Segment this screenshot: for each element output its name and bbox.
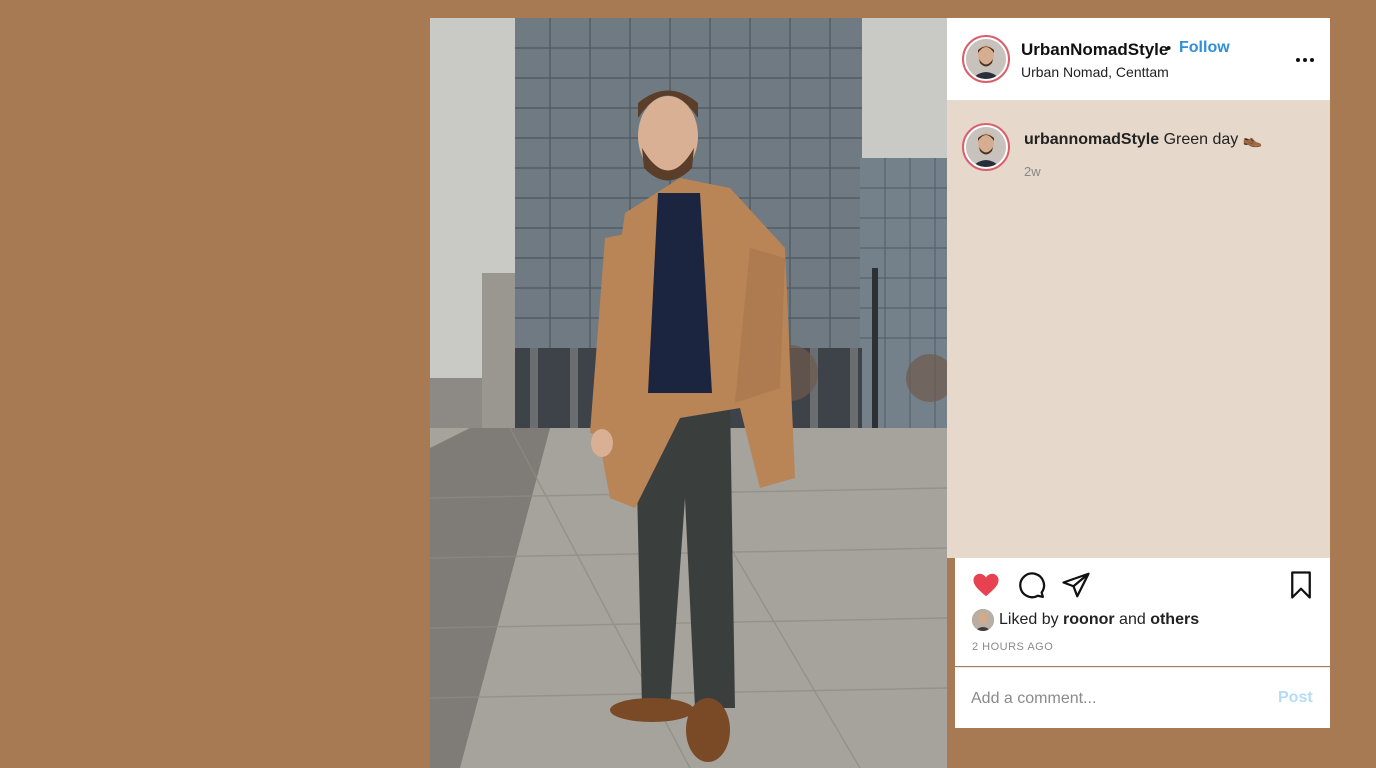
author-username[interactable]: UrbanNomadStyle: [1021, 40, 1168, 60]
caption-timestamp[interactable]: 2w: [1024, 164, 1041, 179]
post-photo[interactable]: [430, 18, 947, 768]
liker-avatar[interactable]: [972, 609, 994, 631]
comment-icon[interactable]: [1016, 570, 1046, 600]
caption-text: Green day 👞: [1163, 131, 1263, 148]
liked-and: and: [1119, 611, 1146, 628]
share-icon[interactable]: [1061, 570, 1091, 600]
caption: urbannomadStyle Green day 👞: [1024, 129, 1263, 149]
liked-by-user[interactable]: roonor: [1063, 611, 1115, 628]
likes-summary: Liked by roonor and others: [999, 611, 1199, 629]
comments-section: urbannomadStyle Green day 👞 2w: [947, 101, 1330, 558]
more-options-icon[interactable]: [1293, 48, 1317, 72]
avatar-image: [966, 127, 1006, 167]
photo-illustration: [430, 18, 947, 768]
author-avatar[interactable]: [962, 35, 1010, 83]
post-comment-button[interactable]: Post: [1278, 689, 1313, 707]
post-timestamp: 2 HOURS AGO: [972, 641, 1054, 653]
comment-input[interactable]: [969, 682, 1263, 716]
follow-button[interactable]: Follow: [1179, 39, 1230, 57]
heart-icon[interactable]: [971, 570, 1001, 600]
liked-by-prefix: Liked by: [999, 611, 1059, 628]
liked-by-others[interactable]: others: [1150, 611, 1199, 628]
caption-avatar[interactable]: [962, 123, 1010, 171]
liker-avatar-image: [972, 609, 994, 631]
post-location[interactable]: Urban Nomad, Centtam: [1021, 64, 1169, 80]
action-bar: Liked by roonor and others 2 HOURS AGO: [955, 558, 1330, 666]
comment-bar: Post: [955, 667, 1330, 728]
bookmark-icon[interactable]: [1286, 570, 1316, 600]
post-header: UrbanNomadStyle • Follow Urban Nomad, Ce…: [947, 18, 1330, 101]
avatar-image: [966, 39, 1006, 79]
caption-username[interactable]: urbannomadStyle: [1024, 131, 1159, 148]
separator-dot: •: [1166, 40, 1172, 57]
